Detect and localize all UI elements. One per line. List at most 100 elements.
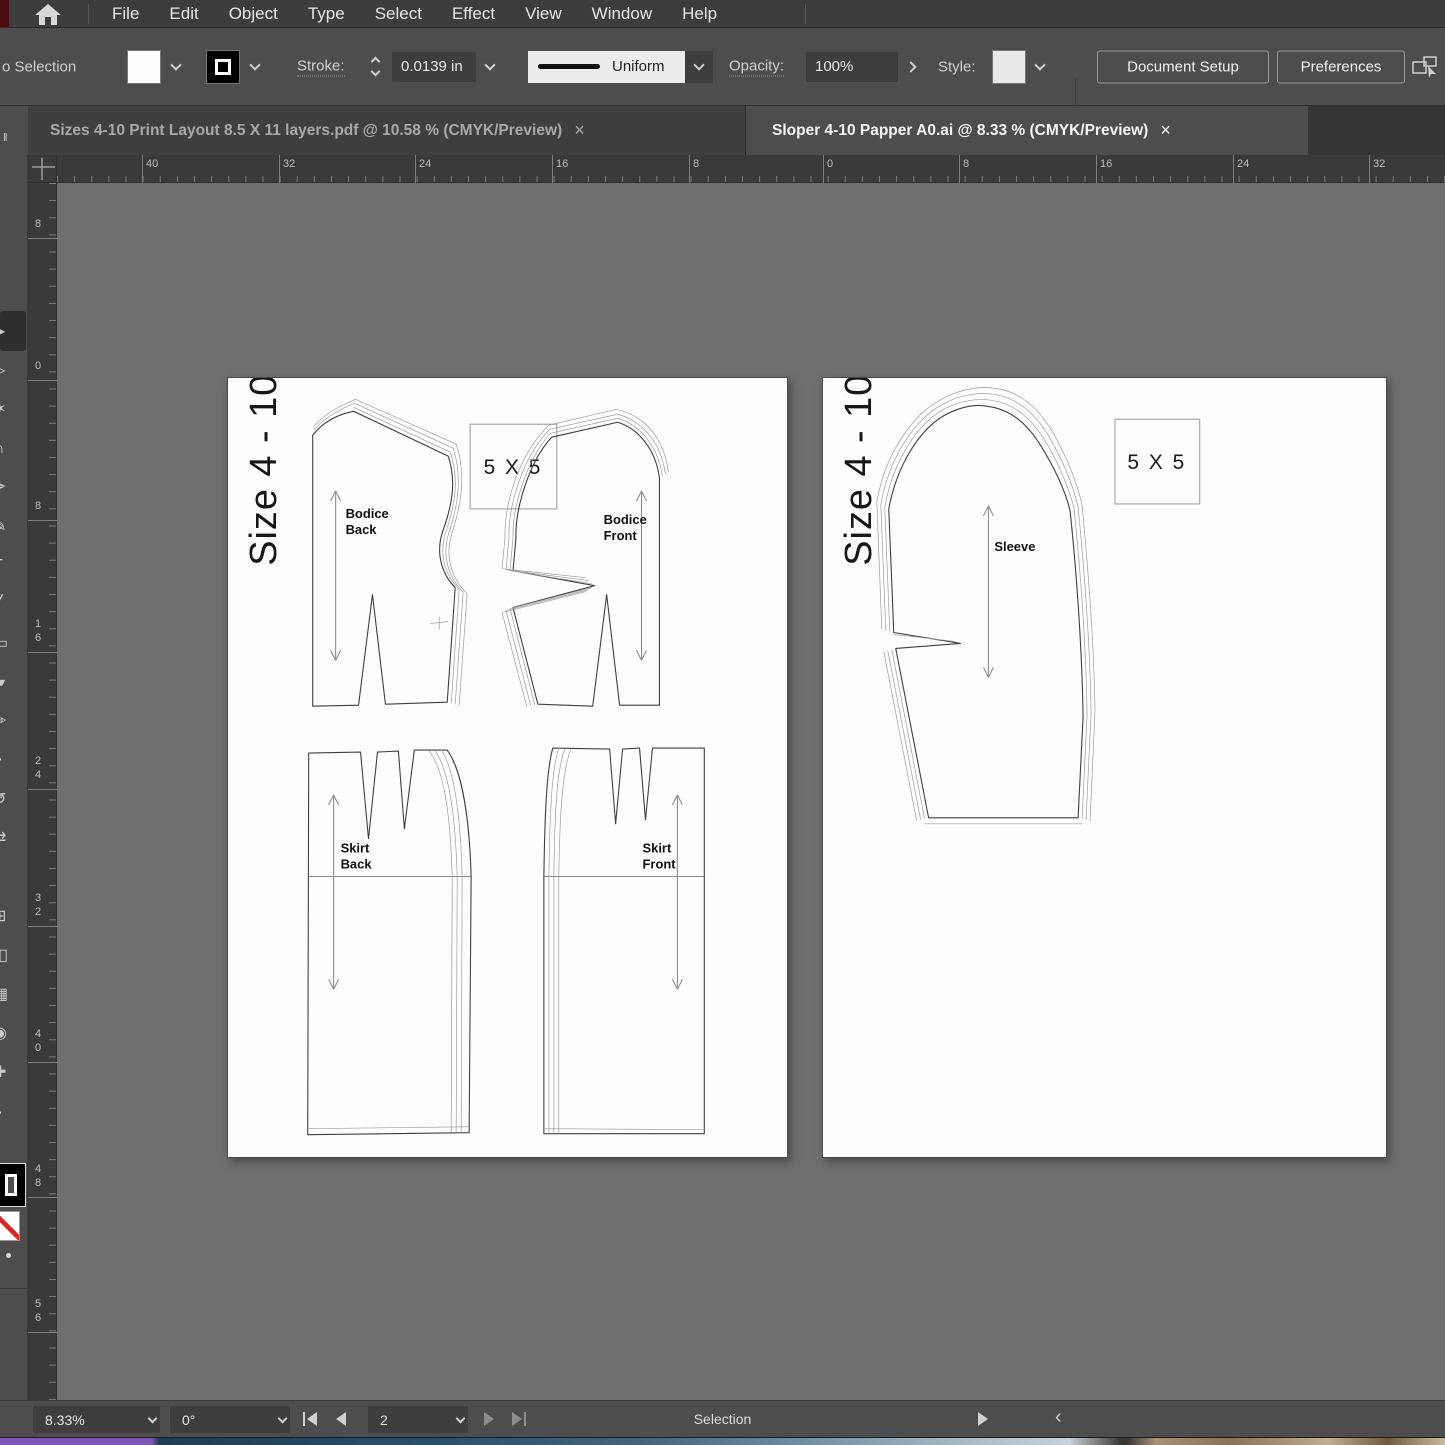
style-swatch[interactable]: [992, 50, 1026, 84]
fill-color-swatch[interactable]: [127, 50, 161, 84]
canvas-area[interactable]: Size 4 - 10 5 X 5 Bodice Back: [57, 183, 1445, 1400]
svg-text:Back: Back: [341, 857, 373, 872]
status-options-button[interactable]: [978, 1412, 988, 1426]
menu-edit[interactable]: Edit: [169, 4, 198, 24]
tab-sloper-a0[interactable]: Sloper 4-10 Papper A0.ai @ 8.33 % (CMYK/…: [746, 106, 1308, 155]
app-logo-icon[interactable]: [0, 0, 9, 27]
menu-effect[interactable]: Effect: [452, 4, 495, 24]
selection-tool-icon[interactable]: ▶: [0, 317, 26, 347]
svg-text:5 X 5: 5 X 5: [1127, 451, 1186, 474]
scale-tool-icon[interactable]: ⇄: [0, 824, 26, 854]
selection-status-label: o Selection: [2, 58, 76, 75]
shape-builder-tool-icon[interactable]: ◧: [0, 941, 26, 971]
tab-title: Sizes 4-10 Print Layout 8.5 X 11 layers.…: [50, 122, 562, 140]
stroke-color-dropdown[interactable]: [242, 50, 268, 84]
chevron-down-icon: [1034, 59, 1045, 70]
opacity-label[interactable]: Opacity:: [729, 57, 784, 76]
menubar-separator: [88, 4, 89, 24]
menu-file[interactable]: File: [112, 4, 139, 24]
play-icon: [978, 1412, 988, 1426]
curvature-tool-icon[interactable]: ✎: [0, 512, 26, 542]
stroke-weight-stepper[interactable]: [366, 51, 384, 83]
ruler-label: 16: [556, 158, 568, 170]
scale-test-square: 5 X 5: [1115, 419, 1200, 504]
fill-color-dropdown[interactable]: [163, 50, 189, 84]
gradient-tool-icon[interactable]: ◉: [0, 1019, 26, 1049]
tools-panel: ▶ ▷ ✶ ∩ ✒ ✎ T ╱ ▭ ▰ ✏ ◔ ↺ ⇄ ∥ ⊞ ◧ ▦ ◉ ✚ …: [0, 155, 28, 1400]
chevron-down-icon: [484, 59, 495, 70]
type-tool-icon[interactable]: T: [0, 551, 26, 581]
preferences-button[interactable]: Preferences: [1277, 50, 1405, 83]
vertical-ruler[interactable]: 8 0 8 16 24 32 40 48 56: [28, 183, 57, 1400]
bodice-front-piece: Bodice Front: [502, 409, 668, 707]
ruler-label: 8: [32, 218, 44, 232]
blend-tool-icon[interactable]: ◒: [0, 1097, 26, 1127]
eyedropper-tool-icon[interactable]: ✚: [0, 1058, 26, 1088]
pencil-tool-icon[interactable]: ✏: [0, 707, 26, 737]
svg-text:Skirt: Skirt: [643, 841, 672, 856]
tab-sizes-print-layout[interactable]: Sizes 4-10 Print Layout 8.5 X 11 layers.…: [28, 106, 746, 155]
artboard-sloper-a0[interactable]: Size 4 - 10 5 X 5: [822, 377, 1387, 1158]
artboard-number-select[interactable]: 2: [368, 1406, 468, 1433]
close-icon[interactable]: ×: [1160, 120, 1171, 141]
free-transform-tool-icon[interactable]: ⊞: [0, 902, 26, 932]
opacity-input[interactable]: 100%: [806, 52, 898, 82]
arrange-documents-icon[interactable]: [1410, 54, 1440, 80]
menu-type[interactable]: Type: [308, 4, 345, 24]
pen-tool-icon[interactable]: ✒: [0, 473, 26, 503]
stroke-color-swatch[interactable]: [206, 50, 240, 84]
toolbar-more-dot-icon[interactable]: [6, 1253, 11, 1258]
menu-window[interactable]: Window: [592, 4, 652, 24]
style-label: Style:: [938, 58, 976, 75]
mesh-tool-icon[interactable]: ▦: [0, 980, 26, 1010]
svg-text:Bodice: Bodice: [604, 512, 647, 527]
style-dropdown[interactable]: [1027, 50, 1053, 84]
paintbrush-tool-icon[interactable]: ▰: [0, 668, 26, 698]
collapse-panel-icon[interactable]: ‖: [3, 132, 9, 144]
home-icon[interactable]: [33, 2, 63, 26]
stroke-weight-input[interactable]: 0.0139 in: [392, 52, 476, 82]
lasso-tool-icon[interactable]: ∩: [0, 434, 26, 464]
width-tool-icon[interactable]: ∥: [0, 863, 26, 893]
menu-object[interactable]: Object: [229, 4, 278, 24]
ruler-label: 32: [283, 158, 295, 170]
width-profile-select[interactable]: Uniform: [528, 51, 685, 83]
stroke-weight-label[interactable]: Stroke:: [297, 57, 345, 76]
artboard-print-layout[interactable]: Size 4 - 10 5 X 5 Bodice Back: [227, 377, 788, 1158]
ruler-label: 24: [419, 158, 431, 170]
previous-icon: [336, 1412, 346, 1426]
horizontal-ruler[interactable]: 40 32 24 16 8 0 8 16 24 32: [57, 155, 1445, 183]
ruler-label: 40: [146, 158, 158, 170]
zoom-level-select[interactable]: 8.33%: [33, 1406, 160, 1433]
ruler-origin-corner[interactable]: [28, 155, 57, 183]
spinner-down-icon: [370, 67, 380, 77]
collapse-left-icon[interactable]: ‹: [1055, 1406, 1062, 1429]
direct-selection-tool-icon[interactable]: ▷: [0, 356, 26, 386]
opacity-expand-button[interactable]: [899, 50, 925, 84]
stroke-proxy-swatch[interactable]: [0, 1163, 26, 1207]
ruler-label: 40: [32, 1028, 44, 1056]
size-range-label: Size 4 - 10: [838, 378, 880, 566]
line-segment-tool-icon[interactable]: ╱: [0, 590, 26, 620]
next-artboard-button[interactable]: [484, 1412, 494, 1426]
previous-artboard-button[interactable]: [336, 1412, 346, 1426]
fill-none-swatch[interactable]: [0, 1211, 20, 1241]
close-icon[interactable]: ×: [574, 120, 585, 141]
rectangle-tool-icon[interactable]: ▭: [0, 629, 26, 659]
width-profile-dropdown[interactable]: [685, 51, 713, 83]
rotate-tool-icon[interactable]: ↺: [0, 785, 26, 815]
menu-select[interactable]: Select: [375, 4, 422, 24]
last-artboard-button[interactable]: [512, 1412, 526, 1426]
stroke-weight-dropdown[interactable]: [477, 50, 503, 84]
menu-view[interactable]: View: [525, 4, 562, 24]
desktop-wallpaper-sliver: [0, 1437, 1445, 1445]
rotation-select[interactable]: 0°: [170, 1406, 290, 1433]
shaper-tool-icon[interactable]: ◔: [0, 746, 26, 776]
magic-wand-tool-icon[interactable]: ✶: [0, 395, 26, 425]
control-bar: o Selection Stroke: 0.0139 in Uniform Op…: [0, 28, 1445, 106]
skirt-front-piece: Skirt Front: [544, 748, 704, 1134]
document-setup-button[interactable]: Document Setup: [1097, 50, 1269, 83]
first-artboard-button[interactable]: [303, 1412, 317, 1426]
stroke-profile-line-icon: [538, 64, 600, 69]
menu-help[interactable]: Help: [682, 4, 717, 24]
